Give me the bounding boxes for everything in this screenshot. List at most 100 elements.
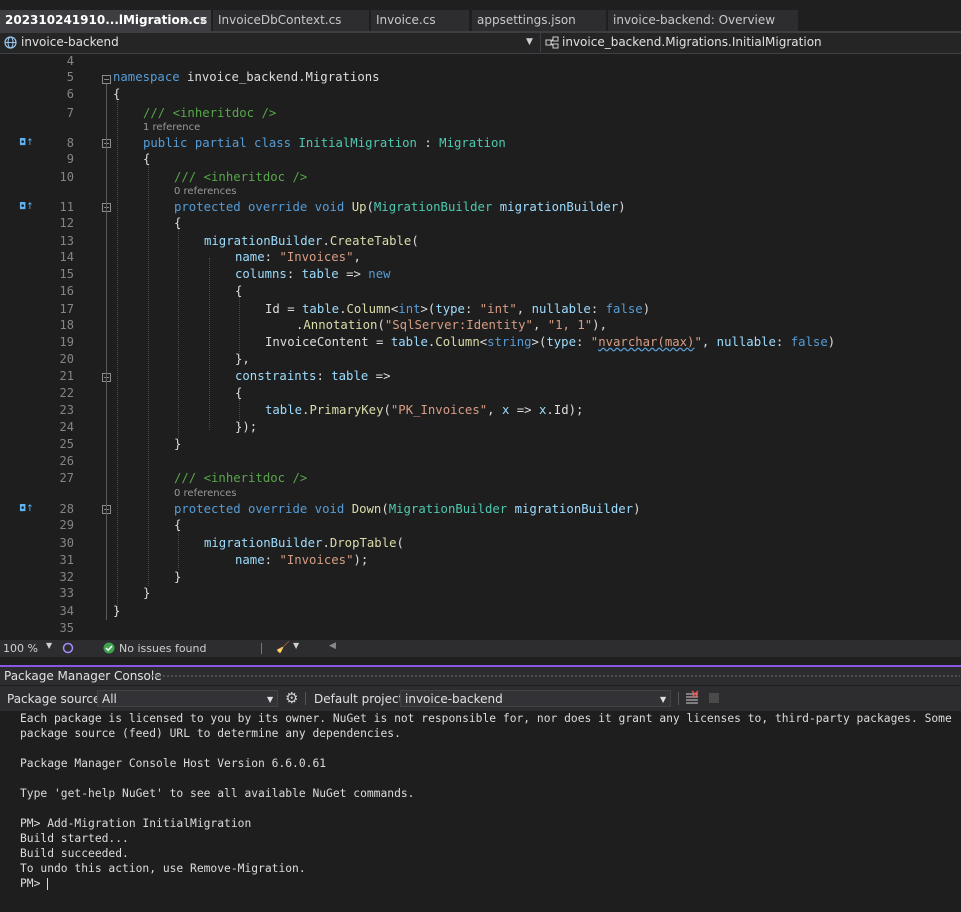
line-number: 10 xyxy=(59,170,74,184)
close-icon[interactable]: ✕ xyxy=(199,10,208,31)
tab-overview[interactable]: invoice-backend: Overview xyxy=(608,10,798,31)
line-number: 29 xyxy=(59,518,74,532)
code-line: } xyxy=(143,586,151,600)
code-cleanup-icon[interactable]: 🧹 xyxy=(276,641,290,654)
punct: : xyxy=(416,136,440,150)
punct: , xyxy=(353,250,361,264)
check-circle-icon xyxy=(103,642,115,654)
punct: ) xyxy=(618,200,626,214)
tab-appsettings[interactable]: appsettings.json xyxy=(472,10,606,31)
punct: .Id); xyxy=(546,403,584,417)
project-name: invoice-backend xyxy=(21,35,119,49)
punct: ); xyxy=(353,553,369,567)
keyword: namespace xyxy=(113,70,180,84)
zoom-level[interactable]: 100 % xyxy=(3,642,38,655)
code-line: constraints: table => xyxy=(235,369,391,383)
package-source-dropdown[interactable]: All ▼ xyxy=(97,690,278,707)
method-name: PrimaryKey xyxy=(309,403,384,417)
punct: , xyxy=(516,302,532,316)
punct: : xyxy=(264,553,280,567)
punct: : xyxy=(286,267,302,281)
codelens-references[interactable]: 0 references xyxy=(174,186,237,197)
line-number: 23 xyxy=(59,403,74,417)
code-line: } xyxy=(174,437,182,451)
override-glyph-icon[interactable]: ◘↑ xyxy=(19,504,34,514)
scroll-left-icon[interactable]: ◀ xyxy=(329,641,336,651)
code-line: { xyxy=(174,216,182,230)
argument-name: nullable xyxy=(716,335,776,349)
code-line: table.PrimaryKey("PK_Invoices", x => x.I… xyxy=(265,403,583,417)
code-line: name: "Invoices"); xyxy=(235,553,368,567)
line-number: 6 xyxy=(66,87,74,101)
fold-line xyxy=(106,84,107,620)
keyword: protected override void xyxy=(174,502,345,516)
copilot-icon[interactable] xyxy=(62,642,74,654)
member-name: invoice_backend.Migrations.InitialMigrat… xyxy=(562,35,822,49)
param-name: table xyxy=(302,302,340,316)
string-literal: "PK_Invoices" xyxy=(390,403,488,417)
tab-invoice[interactable]: Invoice.cs xyxy=(371,10,469,31)
code-editor[interactable]: 4 5 6 7 8 9 10 11 12 13 14 15 16 17 18 1… xyxy=(0,54,961,640)
code-line: migrationBuilder.DropTable( xyxy=(204,536,404,550)
project-dropdown[interactable]: invoice-backend ▼ xyxy=(0,33,538,52)
punct: ( xyxy=(366,200,374,214)
pin-icon[interactable]: ⊸ xyxy=(180,10,189,31)
console-line: Each package is licensed to you by its o… xyxy=(20,712,952,725)
chevron-down-icon[interactable]: ▼ xyxy=(293,641,299,650)
argument-name: name xyxy=(235,553,265,567)
code-line: { xyxy=(143,152,151,166)
punct: >( xyxy=(531,335,547,349)
line-number: 20 xyxy=(59,352,74,366)
console-prompt-line[interactable]: PM> xyxy=(20,877,49,890)
code-line: } xyxy=(113,604,121,618)
default-project-label: Default project: xyxy=(314,692,408,706)
code-line: { xyxy=(235,284,243,298)
console-line: PM> Add-Migration InitialMigration xyxy=(20,817,252,830)
string-literal: "Invoices" xyxy=(279,553,354,567)
string-literal: nvarchar(max) xyxy=(598,335,695,349)
param-name: table xyxy=(301,267,339,281)
stop-icon[interactable] xyxy=(709,693,719,703)
chevron-down-icon[interactable]: ▼ xyxy=(46,641,52,650)
tab-label: Invoice.cs xyxy=(376,13,436,27)
chevron-down-icon: ▼ xyxy=(526,37,533,47)
pmc-output[interactable]: Each package is licensed to you by its o… xyxy=(0,711,961,912)
argument-name: name xyxy=(235,250,265,264)
punct: : xyxy=(264,250,280,264)
line-number: 18 xyxy=(59,318,74,332)
line-number: 21 xyxy=(59,369,74,383)
punct: , xyxy=(487,403,502,417)
code-line: public partial class InitialMigration : … xyxy=(143,136,506,150)
override-glyph-icon[interactable]: ◘↑ xyxy=(19,138,34,148)
doc-comment: /// <inheritdoc /> xyxy=(143,106,277,120)
line-number: 4 xyxy=(66,54,74,68)
codelens-references[interactable]: 0 references xyxy=(174,488,237,499)
type-name: MigrationBuilder xyxy=(373,200,493,214)
keyword: false xyxy=(790,335,828,349)
indent-guide xyxy=(239,296,240,356)
property-name: InvoiceContent = xyxy=(265,335,391,349)
member-dropdown[interactable]: invoice_backend.Migrations.InitialMigrat… xyxy=(540,33,961,52)
default-project-dropdown[interactable]: invoice-backend ▼ xyxy=(400,690,671,707)
console-line: Build started... xyxy=(20,832,129,845)
issues-status[interactable]: No issues found xyxy=(119,642,206,655)
method-name: Up xyxy=(351,200,367,214)
gear-icon[interactable]: ⚙ xyxy=(285,689,298,707)
string-literal: "SqlServer:Identity" xyxy=(384,318,533,332)
override-glyph-icon[interactable]: ◘↑ xyxy=(19,202,34,212)
codelens-references[interactable]: 1 reference xyxy=(143,122,200,133)
pmc-title-bar: Package Manager Console xyxy=(0,667,961,685)
panel-splitter[interactable] xyxy=(0,657,961,667)
tab-initial-migration[interactable]: 202310241910...lMigration.cs ⊸ ✕ xyxy=(0,10,211,31)
code-line: name: "Invoices", xyxy=(235,250,361,264)
document-tab-bar: 202310241910...lMigration.cs ⊸ ✕ Invoice… xyxy=(0,0,961,31)
clear-console-icon[interactable] xyxy=(684,690,700,706)
console-line: To undo this action, use Remove-Migratio… xyxy=(20,862,306,875)
tab-invoice-db-context[interactable]: InvoiceDbContext.cs xyxy=(213,10,369,31)
method-name: Annotation xyxy=(303,318,378,332)
separator xyxy=(261,643,262,654)
collapse-icon[interactable]: − xyxy=(102,75,111,84)
line-number: 11 xyxy=(59,200,74,214)
punct: : xyxy=(316,369,332,383)
method-name: Column xyxy=(346,302,391,316)
